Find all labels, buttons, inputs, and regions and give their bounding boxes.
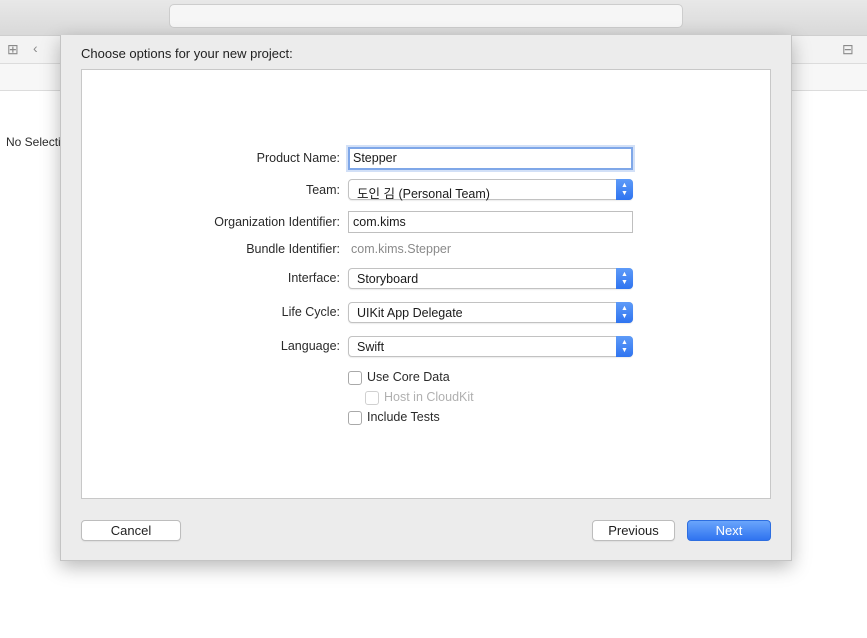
popup-arrows-icon: ▲ ▼ — [616, 336, 633, 357]
checkbox-box[interactable] — [348, 371, 362, 385]
sheet-title: Choose options for your new project: — [81, 46, 293, 61]
life-cycle-label: Life Cycle: — [281, 305, 340, 319]
grid-icon[interactable]: ⊞ — [7, 42, 19, 56]
product-name-label: Product Name: — [256, 151, 340, 165]
bundle-identifier-label: Bundle Identifier: — [246, 242, 340, 256]
life-cycle-value: UIKit App Delegate — [357, 306, 463, 320]
organization-identifier-label: Organization Identifier: — [214, 215, 340, 229]
life-cycle-popup[interactable]: UIKit App Delegate ▲ ▼ — [348, 302, 633, 323]
interface-label: Interface: — [287, 271, 340, 285]
organization-identifier-field[interactable]: com.kims — [348, 211, 633, 233]
activity-viewer — [169, 4, 683, 28]
product-name-field[interactable]: Stepper — [348, 147, 633, 170]
cancel-button[interactable]: Cancel — [81, 520, 181, 541]
previous-button[interactable]: Previous — [592, 520, 675, 541]
checkbox-box[interactable] — [348, 411, 362, 425]
new-project-sheet: Choose options for your new project: Pro… — [60, 35, 792, 561]
team-value: 도인 김 (Personal Team) — [357, 187, 490, 201]
split-editor-icon[interactable]: ⊟ — [842, 42, 854, 56]
include-tests-label: Include Tests — [367, 410, 440, 424]
host-in-cloudkit-label: Host in CloudKit — [384, 390, 474, 404]
language-popup[interactable]: Swift ▲ ▼ — [348, 336, 633, 357]
popup-arrows-icon: ▲ ▼ — [616, 179, 633, 200]
interface-popup[interactable]: Storyboard ▲ ▼ — [348, 268, 633, 289]
team-label: Team: — [305, 183, 340, 197]
interface-value: Storyboard — [357, 272, 419, 286]
use-core-data-label: Use Core Data — [367, 370, 450, 384]
language-value: Swift — [357, 340, 385, 354]
popup-arrows-icon: ▲ ▼ — [616, 302, 633, 323]
checkbox-box — [365, 391, 379, 405]
back-chevron-icon[interactable]: ‹ — [33, 41, 38, 55]
bundle-identifier-value: com.kims.Stepper — [351, 242, 452, 256]
window-titlebar — [0, 0, 867, 36]
next-button[interactable]: Next — [687, 520, 771, 541]
options-panel: Product Name: Stepper Team: 도인 김 (Person… — [81, 69, 771, 499]
language-label: Language: — [280, 339, 340, 353]
popup-arrows-icon: ▲ ▼ — [616, 268, 633, 289]
team-popup[interactable]: 도인 김 (Personal Team) ▲ ▼ — [348, 179, 633, 201]
